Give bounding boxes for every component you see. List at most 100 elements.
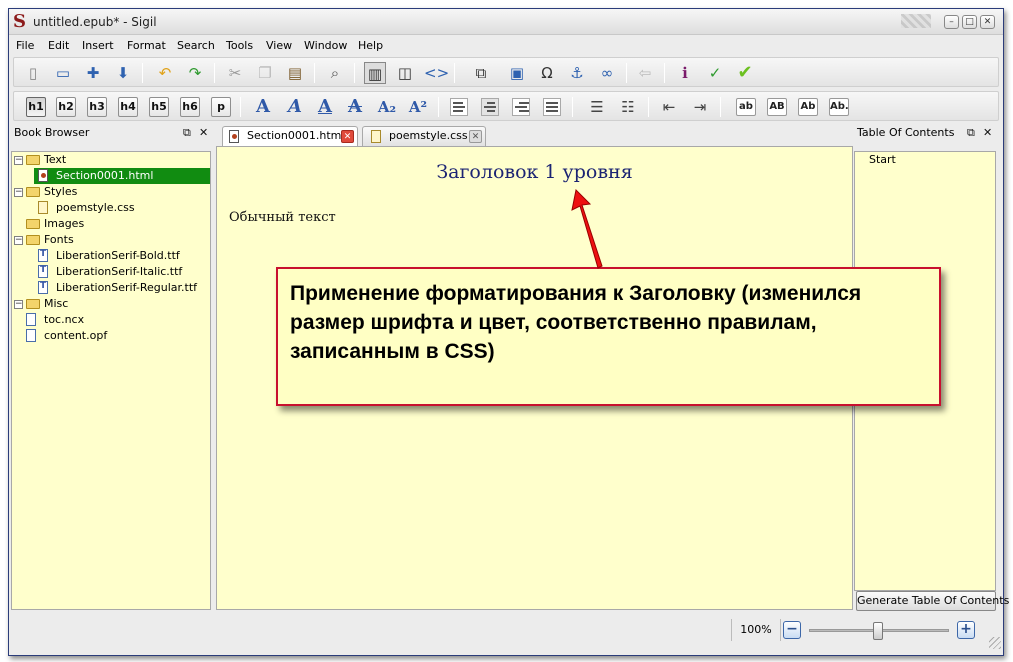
- tab-close-icon[interactable]: ✕: [469, 130, 482, 143]
- tree-collapse-icon[interactable]: −: [14, 236, 23, 245]
- toc-entry-start[interactable]: Start: [869, 152, 896, 168]
- resize-grip[interactable]: [989, 637, 1001, 649]
- tree-collapse-icon[interactable]: −: [14, 156, 23, 165]
- title-bar[interactable]: S untitled.epub* - Sigil – □ ✕: [9, 9, 1003, 35]
- back-arrow-icon[interactable]: ⇦: [634, 62, 656, 84]
- heading-h4-button[interactable]: h4: [118, 97, 138, 117]
- menu-tools[interactable]: Tools: [226, 39, 253, 52]
- align-center-icon[interactable]: [481, 98, 499, 116]
- tree-item-font-bold[interactable]: LiberationSerif-Bold.ttf: [56, 248, 180, 264]
- tree-item-font-regular[interactable]: LiberationSerif-Regular.ttf: [56, 280, 197, 296]
- copy-icon[interactable]: ❐: [254, 62, 276, 84]
- float-dock-icon[interactable]: ⧉: [183, 125, 191, 140]
- menu-file[interactable]: File: [16, 39, 34, 52]
- heading-h5-button[interactable]: h5: [149, 97, 169, 117]
- menu-format[interactable]: Format: [127, 39, 166, 52]
- redo-icon[interactable]: ↷: [184, 62, 206, 84]
- tree-item-section0001[interactable]: Section0001.html: [34, 168, 210, 184]
- link-icon[interactable]: ∞: [596, 62, 618, 84]
- heading-h1-button[interactable]: h1: [26, 97, 46, 117]
- tree-item-misc[interactable]: Misc: [44, 296, 68, 312]
- tree-item-fonts[interactable]: Fonts: [44, 232, 74, 248]
- increase-indent-icon[interactable]: ⇥: [689, 96, 711, 118]
- subscript-icon[interactable]: A₂: [376, 96, 398, 118]
- zoom-slider-handle[interactable]: [873, 622, 883, 640]
- insert-image-icon[interactable]: ▣: [506, 62, 528, 84]
- tree-item-font-italic[interactable]: LiberationSerif-Italic.ttf: [56, 264, 182, 280]
- validate-icon[interactable]: ✔: [734, 62, 756, 84]
- cut-icon[interactable]: ✂: [224, 62, 246, 84]
- zoom-in-button[interactable]: +: [957, 621, 975, 639]
- sentencecase-button[interactable]: Ab.: [829, 98, 849, 116]
- book-browser-header: Book Browser ⧉ ✕: [11, 125, 211, 141]
- decrease-indent-icon[interactable]: ⇤: [658, 96, 680, 118]
- italic-icon[interactable]: A: [284, 96, 306, 118]
- tab-section0001[interactable]: Section0001.html ✕: [222, 126, 358, 147]
- align-justify-icon[interactable]: [543, 98, 561, 116]
- lowercase-button[interactable]: ab: [736, 98, 756, 116]
- tab-close-icon[interactable]: ✕: [341, 130, 354, 143]
- tree-item-text[interactable]: Text: [44, 152, 66, 168]
- menu-search[interactable]: Search: [177, 39, 215, 52]
- annotation-callout: Применение форматирования к Заголовку (и…: [276, 267, 941, 406]
- tree-item-styles[interactable]: Styles: [44, 184, 77, 200]
- tab-poemstyle[interactable]: poemstyle.css ✕: [362, 126, 486, 146]
- bold-icon[interactable]: A: [252, 96, 274, 118]
- document-paragraph[interactable]: Обычный текст: [229, 210, 336, 225]
- code-view-icon[interactable]: <>: [424, 62, 449, 84]
- paragraph-button[interactable]: p: [211, 97, 231, 117]
- underline-icon[interactable]: A: [314, 96, 336, 118]
- opf-file-icon: [26, 329, 36, 342]
- tree-item-content-opf[interactable]: content.opf: [44, 328, 107, 344]
- generate-toc-button[interactable]: Generate Table Of Contents: [856, 591, 1009, 611]
- add-file-icon[interactable]: ✚: [82, 62, 104, 84]
- document-heading[interactable]: Заголовок 1 уровня: [217, 161, 852, 183]
- tree-item-poemstyle[interactable]: poemstyle.css: [56, 200, 135, 216]
- spellcheck-icon[interactable]: ✓: [704, 62, 726, 84]
- find-icon[interactable]: ⌕: [324, 62, 346, 84]
- split-view-icon[interactable]: ◫: [394, 62, 416, 84]
- tree-item-images[interactable]: Images: [44, 216, 84, 232]
- heading-h6-button[interactable]: h6: [180, 97, 200, 117]
- tree-item-toc-ncx[interactable]: toc.ncx: [44, 312, 84, 328]
- paste-icon[interactable]: ▤: [284, 62, 306, 84]
- superscript-icon[interactable]: A²: [407, 96, 429, 118]
- align-right-icon[interactable]: [512, 98, 530, 116]
- open-folder-icon[interactable]: ▭: [52, 62, 74, 84]
- folder-icon: [26, 187, 40, 197]
- new-file-icon[interactable]: ▯: [22, 62, 44, 84]
- menu-view[interactable]: View: [266, 39, 292, 52]
- heading-h2-button[interactable]: h2: [56, 97, 76, 117]
- toc-title: Table Of Contents: [857, 126, 955, 139]
- heading-h3-button[interactable]: h3: [87, 97, 107, 117]
- metadata-icon[interactable]: ℹ: [674, 62, 696, 84]
- float-dock-icon[interactable]: ⧉: [967, 125, 975, 140]
- zoom-out-button[interactable]: −: [783, 621, 801, 639]
- html-file-icon: [229, 130, 239, 143]
- split-chapter-icon[interactable]: ⧉: [470, 62, 492, 84]
- uppercase-button[interactable]: AB: [767, 98, 787, 116]
- numbered-list-icon[interactable]: ☷: [617, 96, 639, 118]
- menu-help[interactable]: Help: [358, 39, 383, 52]
- menu-window[interactable]: Window: [304, 39, 347, 52]
- save-icon[interactable]: ⬇: [112, 62, 134, 84]
- menu-insert[interactable]: Insert: [82, 39, 114, 52]
- close-dock-icon[interactable]: ✕: [199, 125, 208, 140]
- menu-edit[interactable]: Edit: [48, 39, 69, 52]
- tree-collapse-icon[interactable]: −: [14, 300, 23, 309]
- tree-collapse-icon[interactable]: −: [14, 188, 23, 197]
- bullet-list-icon[interactable]: ☰: [586, 96, 608, 118]
- titlebar-decoration: [901, 14, 931, 28]
- strikethrough-icon[interactable]: A: [344, 96, 366, 118]
- titlecase-button[interactable]: Ab: [798, 98, 818, 116]
- close-window-button[interactable]: ✕: [980, 15, 995, 29]
- undo-icon[interactable]: ↶: [154, 62, 176, 84]
- special-char-icon[interactable]: Ω: [536, 62, 558, 84]
- book-view-icon[interactable]: ▥: [364, 62, 386, 84]
- align-left-icon[interactable]: [450, 98, 468, 116]
- book-browser-title: Book Browser: [14, 126, 90, 139]
- minimize-button[interactable]: –: [944, 15, 959, 29]
- maximize-button[interactable]: □: [962, 15, 977, 29]
- close-dock-icon[interactable]: ✕: [983, 125, 992, 140]
- anchor-icon[interactable]: ⚓: [566, 62, 588, 84]
